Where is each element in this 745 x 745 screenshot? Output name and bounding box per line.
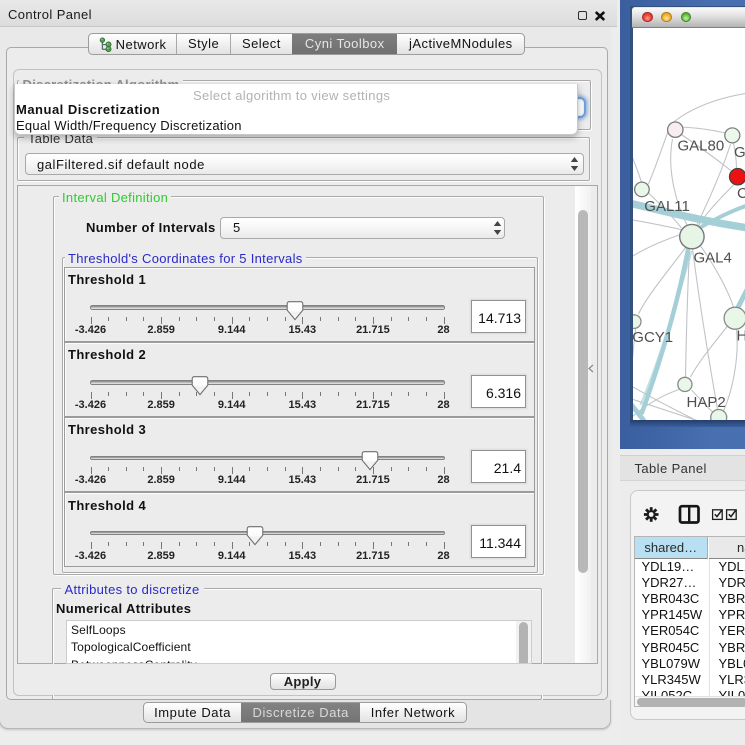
svg-text:GA: GA — [734, 144, 745, 161]
svg-text:GAL80: GAL80 — [677, 138, 724, 155]
svg-text:CR: CR — [737, 185, 745, 202]
svg-text:GCY1: GCY1 — [633, 329, 673, 346]
svg-text:HA: HA — [736, 327, 745, 344]
svg-text:HAP2: HAP2 — [686, 394, 725, 411]
svg-text:GAL4: GAL4 — [693, 249, 731, 266]
svg-text:GAL11: GAL11 — [644, 198, 690, 215]
